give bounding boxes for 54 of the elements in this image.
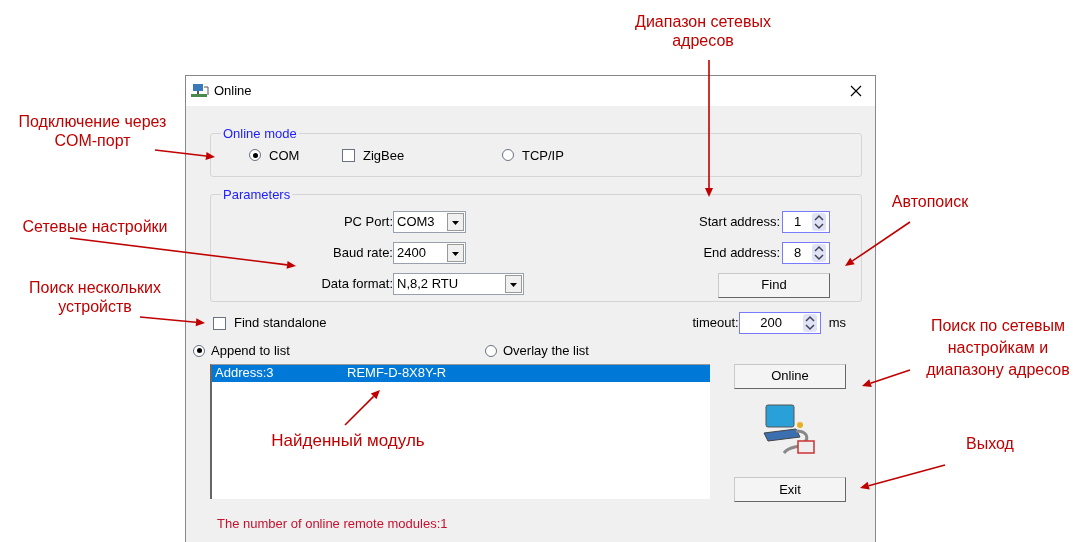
find-button[interactable]: Find [718,272,830,298]
spin-box[interactable]: 1 [782,210,830,233]
status-text: The number of online remote modules:1 [217,514,449,533]
option-label: ZigBee [363,146,405,165]
caret-icon [447,212,464,231]
window-title: Online [214,82,252,101]
field-label: Data format: [320,274,393,293]
list-row[interactable]: Address:3 REMF-D-8X8Y-R [212,364,710,382]
arrow [344,390,380,426]
field-label: PC Port: [342,212,393,231]
arrow [862,369,911,387]
field-label: Baud rate: [332,243,393,262]
close-icon[interactable] [850,85,862,97]
spin-arrows-icon [802,314,817,332]
dropdown[interactable]: 2400 [393,241,466,264]
dropdown[interactable]: COM3 [393,210,466,233]
unit-label: ms [828,314,846,333]
radio-button[interactable] [502,149,514,162]
checkbox[interactable] [213,316,226,330]
field-label: timeout: [692,314,739,333]
arrow [154,149,215,160]
option-label: TCP/IP [522,146,564,165]
spin-arrows-icon [812,212,826,231]
checkbox-label: Find standalone [234,314,327,333]
group-title: Online mode [222,125,298,143]
annotation-label: Поиск по сетевым настройкам и диапазону адресов [925,316,1071,380]
dropdown[interactable]: N,8,2 RTU [393,272,524,295]
caret-icon [505,274,522,293]
option-label: Overlay the list [503,342,589,360]
spin-box[interactable]: 200 [738,312,821,334]
annotation-label: Сетевые настройки [21,217,169,236]
spin-arrows-icon [812,243,826,262]
option-label: COM [269,146,300,165]
arrow [139,316,205,327]
annotation-label: Диапазон сетевых адресов [634,12,772,50]
checkbox[interactable] [342,148,355,162]
radio-button[interactable] [485,344,497,357]
radio-button[interactable] [249,149,261,162]
radio-button[interactable] [193,344,205,357]
network-icon [191,83,209,99]
caret-icon [447,243,464,262]
field-label: End address: [703,243,780,262]
annotation-label: Поиск нескольких устройств [28,278,162,316]
spin-box[interactable]: 8 [782,241,830,264]
annotation-label: Автопоиск [890,192,970,211]
exit-button[interactable]: Exit [734,476,846,502]
annotation-label: Подключение через COM-порт [17,112,168,150]
annotation-label: Выход [965,434,1015,453]
arrow [845,221,911,266]
option-label: Append to list [211,342,290,360]
group-title: Parameters [222,186,292,204]
annotation-label: Найденный модуль [270,431,426,450]
online-button[interactable]: Online [734,363,846,389]
field-label: Start address: [699,212,780,231]
